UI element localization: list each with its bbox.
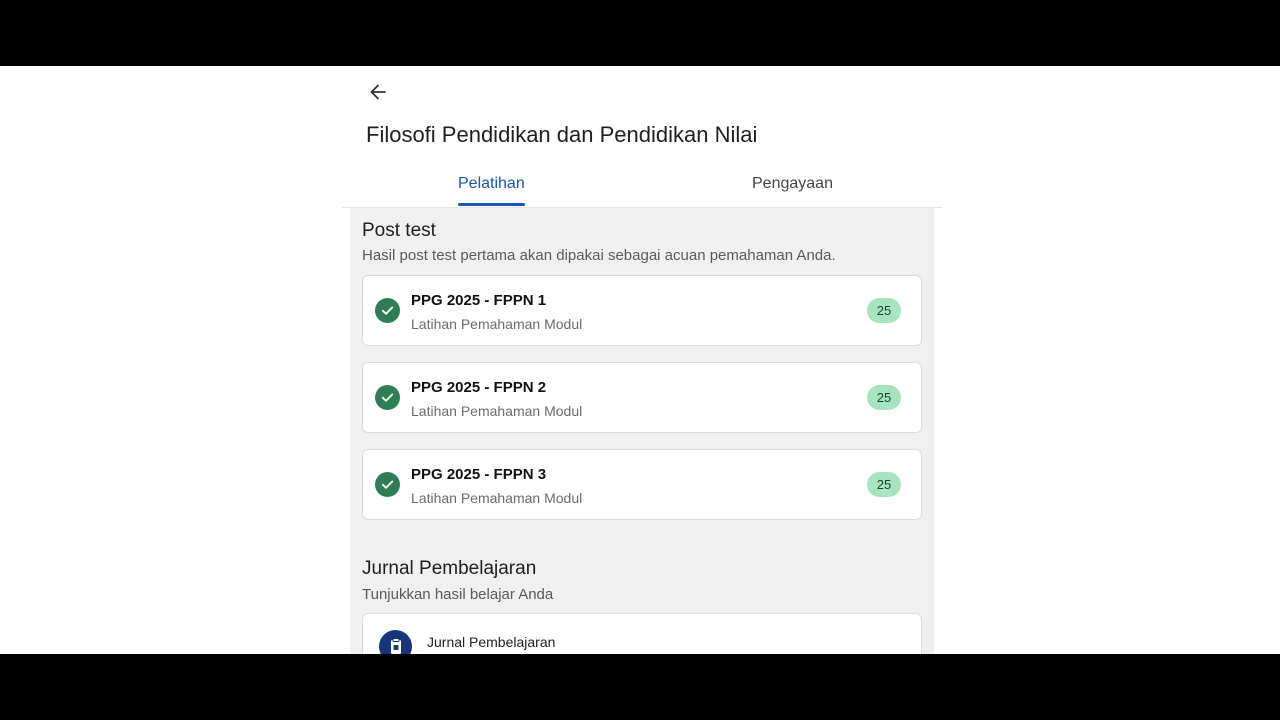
post-test-card-title: PPG 2025 - FPPN 3: [411, 466, 547, 483]
check-circle-icon: [375, 298, 400, 323]
app-viewport: Filosofi Pendidikan dan Pendidikan Nilai…: [0, 66, 1280, 654]
post-test-title: Post test: [362, 220, 436, 241]
journal-section-subtitle: Tunjukkan hasil belajar Anda: [362, 586, 554, 603]
tab-pengayaan[interactable]: Pengayaan: [752, 166, 833, 206]
tab-pelatihan[interactable]: Pelatihan: [458, 166, 525, 206]
post-test-subtitle: Hasil post test pertama akan dipakai seb…: [362, 247, 836, 264]
content-panel: Post test Hasil post test pertama akan d…: [350, 208, 934, 654]
post-test-card-title: PPG 2025 - FPPN 1: [411, 292, 547, 309]
post-test-card-subtitle: Latihan Pemahaman Modul: [411, 316, 583, 332]
score-badge: 25: [867, 472, 901, 497]
post-test-card-subtitle: Latihan Pemahaman Modul: [411, 490, 583, 506]
post-test-card-3[interactable]: PPG 2025 - FPPN 3 Latihan Pemahaman Modu…: [362, 449, 922, 520]
letterbox-bottom: [0, 654, 1280, 720]
score-badge: 25: [867, 385, 901, 410]
journal-card[interactable]: Jurnal Pembelajaran: [362, 613, 922, 654]
journal-icon: [379, 630, 412, 654]
post-test-card-title: PPG 2025 - FPPN 2: [411, 379, 547, 396]
back-button[interactable]: [364, 78, 392, 106]
tab-bar: Pelatihan Pengayaan: [342, 166, 942, 208]
arrow-left-icon: [370, 84, 386, 100]
letterbox-top: [0, 0, 1280, 66]
post-test-card-1[interactable]: PPG 2025 - FPPN 1 Latihan Pemahaman Modu…: [362, 275, 922, 346]
check-circle-icon: [375, 472, 400, 497]
score-badge: 25: [867, 298, 901, 323]
check-circle-icon: [375, 385, 400, 410]
post-test-card-2[interactable]: PPG 2025 - FPPN 2 Latihan Pemahaman Modu…: [362, 362, 922, 433]
journal-section-title: Jurnal Pembelajaran: [362, 558, 537, 579]
post-test-card-subtitle: Latihan Pemahaman Modul: [411, 403, 583, 419]
page-title: Filosofi Pendidikan dan Pendidikan Nilai: [366, 122, 758, 147]
journal-card-label: Jurnal Pembelajaran: [427, 634, 556, 650]
